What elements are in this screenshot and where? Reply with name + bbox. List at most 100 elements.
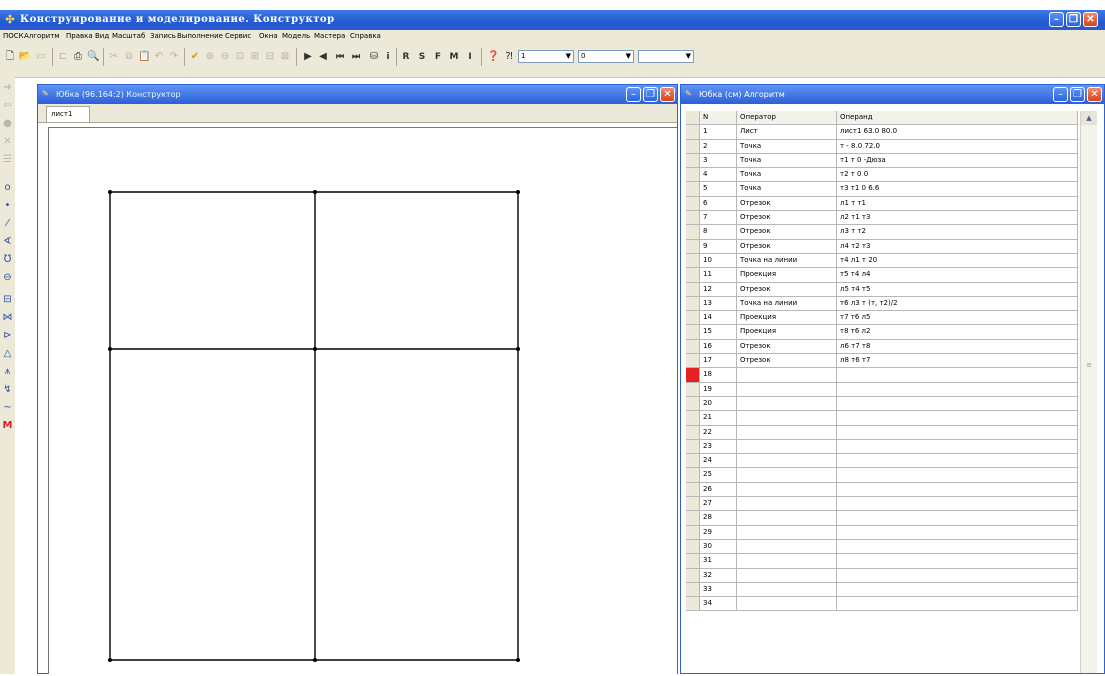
cell-operand[interactable]: т2 т 0 0 (837, 168, 1078, 182)
table-row[interactable]: 23 (686, 439, 1078, 455)
menu-execute[interactable]: Выполнение (177, 32, 223, 40)
row-header[interactable] (686, 597, 700, 611)
cell-operator[interactable] (737, 454, 837, 468)
cell-n[interactable]: 34 (700, 597, 737, 611)
redo-icon[interactable]: ↷ (168, 50, 180, 64)
cell-operand[interactable]: т8 т6 л2 (837, 325, 1078, 339)
cell-n[interactable]: 14 (700, 311, 737, 325)
open-icon[interactable]: 📂 (18, 50, 32, 64)
vertical-scrollbar[interactable]: ▲ ≡ (1080, 111, 1097, 673)
cell-operator[interactable] (737, 411, 837, 425)
row-header[interactable] (686, 439, 700, 454)
close-button[interactable]: ✕ (1083, 12, 1098, 27)
row-header[interactable] (686, 539, 700, 554)
cell-operand[interactable]: л3 т т2 (837, 225, 1078, 239)
table-row[interactable]: 13 Точка на линии т6 л3 т (т, т2)/2 (686, 296, 1078, 312)
cell-n[interactable]: 19 (700, 382, 737, 396)
drawing-point[interactable] (516, 347, 520, 351)
table-row[interactable]: 2 Точка т - 8.0 72.0 (686, 139, 1078, 154)
row-header[interactable] (686, 239, 700, 253)
cell-operand[interactable] (837, 454, 1078, 468)
table-row[interactable]: 28 (686, 511, 1078, 526)
cell-n[interactable]: 13 (700, 296, 737, 311)
dart-icon[interactable]: ⊟ (1, 293, 14, 307)
row-header[interactable] (686, 139, 700, 153)
cell-operand[interactable]: т - 8.0 72.0 (837, 139, 1078, 153)
row-header[interactable] (686, 253, 700, 268)
table-row[interactable]: 8 Отрезок л3 т т2 (686, 225, 1078, 240)
arc-icon[interactable]: ℧ (1, 253, 14, 267)
row-header[interactable] (686, 182, 700, 196)
cell-operator[interactable] (737, 439, 837, 454)
table-row[interactable]: 14 Проекция т7 т6 л5 (686, 311, 1078, 326)
dot-icon[interactable]: • (1, 199, 14, 213)
cell-operand[interactable] (837, 425, 1078, 439)
row-header[interactable] (686, 511, 700, 525)
cell-operator[interactable] (737, 468, 837, 482)
cell-operand[interactable]: лист1 63.0 80.0 (837, 125, 1078, 139)
row-header[interactable] (686, 382, 700, 396)
cell-n[interactable]: 17 (700, 354, 737, 368)
cell-operator[interactable] (737, 382, 837, 396)
menu-service[interactable]: Сервис (225, 32, 251, 40)
delete-icon[interactable]: ✕ (1, 135, 14, 149)
cell-operator[interactable]: Отрезок (737, 282, 837, 296)
cell-operator[interactable] (737, 511, 837, 525)
cell-operand[interactable] (837, 539, 1078, 554)
record-icon[interactable]: ⛁ (368, 50, 380, 64)
cell-operator[interactable] (737, 539, 837, 554)
table-row[interactable]: 18 (686, 368, 1078, 383)
cell-operand[interactable]: л8 т6 т7 (837, 354, 1078, 368)
row-header[interactable] (686, 568, 700, 582)
arrow-left-icon[interactable]: ⇦ (1, 99, 14, 113)
point-icon[interactable]: ● (1, 117, 14, 131)
table-row[interactable]: 31 (686, 554, 1078, 569)
cell-operand[interactable] (837, 582, 1078, 597)
close-button[interactable]: ✕ (1087, 87, 1102, 102)
scroll-up-icon[interactable]: ▲ (1081, 111, 1097, 125)
wave-icon[interactable]: ∼ (1, 401, 14, 415)
menu-view[interactable]: Вид (95, 32, 109, 40)
cell-operator[interactable] (737, 554, 837, 568)
row-header[interactable] (686, 396, 700, 411)
cell-operator[interactable]: Лист (737, 125, 837, 139)
table-row[interactable]: 1 Лист лист1 63.0 80.0 (686, 125, 1078, 140)
help-icon[interactable]: ❓ (487, 50, 499, 64)
drawing-canvas[interactable] (48, 127, 677, 674)
row-header[interactable] (686, 525, 700, 539)
zoom-next-icon[interactable]: ⊠ (279, 50, 291, 64)
cell-operand[interactable] (837, 597, 1078, 611)
scroll-thumb[interactable]: ≡ (1084, 361, 1094, 373)
cell-operand[interactable]: л2 т1 т3 (837, 211, 1078, 225)
cell-operator[interactable]: Отрезок (737, 211, 837, 225)
row-header[interactable] (686, 282, 700, 296)
list-icon[interactable]: ☰ (1, 153, 14, 167)
cell-operand[interactable]: л6 т7 т8 (837, 339, 1078, 354)
cell-n[interactable]: 3 (700, 153, 737, 168)
play-icon[interactable]: ▶ (303, 50, 313, 64)
cell-operator[interactable] (737, 582, 837, 597)
drawing-point[interactable] (313, 658, 317, 662)
r-button[interactable]: R (401, 50, 411, 64)
cell-n[interactable]: 12 (700, 282, 737, 296)
table-row[interactable]: 22 (686, 425, 1078, 440)
cell-operand[interactable] (837, 511, 1078, 525)
new-file-icon[interactable]: 🗋 (4, 50, 16, 64)
cell-operand[interactable] (837, 554, 1078, 568)
row-header[interactable] (686, 339, 700, 354)
row-header[interactable] (686, 368, 700, 382)
cell-operand[interactable] (837, 482, 1078, 497)
cell-n[interactable]: 32 (700, 568, 737, 582)
menu-posk[interactable]: ПОСК (3, 32, 24, 40)
cell-operand[interactable]: т1 т 0 -Дюза (837, 153, 1078, 168)
drawing-point[interactable] (108, 347, 112, 351)
cell-operator[interactable]: Отрезок (737, 339, 837, 354)
model-icon[interactable]: M (1, 419, 14, 433)
minimize-button[interactable]: – (1049, 12, 1064, 27)
cell-operator[interactable] (737, 425, 837, 439)
row-header[interactable] (686, 554, 700, 568)
cell-n[interactable]: 25 (700, 468, 737, 482)
find-icon[interactable]: ⊏ (57, 50, 69, 64)
table-row[interactable]: 20 (686, 396, 1078, 412)
cell-operand[interactable] (837, 468, 1078, 482)
